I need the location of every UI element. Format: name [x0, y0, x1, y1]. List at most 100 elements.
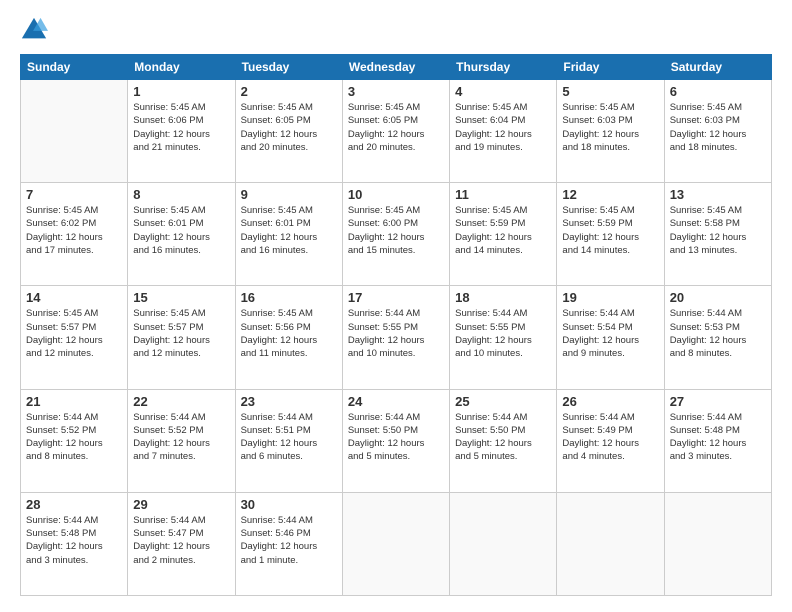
day-info: Sunrise: 5:45 AMSunset: 6:03 PMDaylight:… — [670, 101, 766, 154]
day-info: Sunrise: 5:45 AMSunset: 6:01 PMDaylight:… — [241, 204, 337, 257]
day-info: Sunrise: 5:45 AMSunset: 6:04 PMDaylight:… — [455, 101, 551, 154]
day-number: 3 — [348, 84, 444, 99]
day-header-wednesday: Wednesday — [342, 55, 449, 80]
day-info: Sunrise: 5:44 AMSunset: 5:54 PMDaylight:… — [562, 307, 658, 360]
day-cell: 17 Sunrise: 5:44 AMSunset: 5:55 PMDayligh… — [342, 286, 449, 389]
day-header-tuesday: Tuesday — [235, 55, 342, 80]
day-number: 4 — [455, 84, 551, 99]
day-cell: 27 Sunrise: 5:44 AMSunset: 5:48 PMDayligh… — [664, 389, 771, 492]
header-row: SundayMondayTuesdayWednesdayThursdayFrid… — [21, 55, 772, 80]
day-number: 15 — [133, 290, 229, 305]
day-number: 27 — [670, 394, 766, 409]
day-number: 9 — [241, 187, 337, 202]
day-cell: 9 Sunrise: 5:45 AMSunset: 6:01 PMDaylight… — [235, 183, 342, 286]
day-number: 17 — [348, 290, 444, 305]
day-number: 18 — [455, 290, 551, 305]
day-cell: 2 Sunrise: 5:45 AMSunset: 6:05 PMDaylight… — [235, 80, 342, 183]
day-cell: 29 Sunrise: 5:44 AMSunset: 5:47 PMDayligh… — [128, 492, 235, 595]
day-number: 5 — [562, 84, 658, 99]
day-cell: 16Sunrise: 5:45 AMSunset: 5:56 PMDayligh… — [235, 286, 342, 389]
day-cell: 30 Sunrise: 5:44 AMSunset: 5:46 PMDayligh… — [235, 492, 342, 595]
day-cell: 26 Sunrise: 5:44 AMSunset: 5:49 PMDayligh… — [557, 389, 664, 492]
day-info: Sunrise: 5:44 AMSunset: 5:46 PMDaylight:… — [241, 514, 337, 567]
day-header-friday: Friday — [557, 55, 664, 80]
day-header-monday: Monday — [128, 55, 235, 80]
calendar-header: SundayMondayTuesdayWednesdayThursdayFrid… — [21, 55, 772, 80]
day-info: Sunrise: 5:44 AMSunset: 5:51 PMDaylight:… — [241, 411, 337, 464]
calendar-body: 1Sunrise: 5:45 AMSunset: 6:06 PMDaylight… — [21, 80, 772, 596]
day-cell — [664, 492, 771, 595]
day-number: 13 — [670, 187, 766, 202]
day-header-thursday: Thursday — [450, 55, 557, 80]
day-number: 30 — [241, 497, 337, 512]
day-cell: 23 Sunrise: 5:44 AMSunset: 5:51 PMDayligh… — [235, 389, 342, 492]
day-number: 23 — [241, 394, 337, 409]
week-row-4: 21 Sunrise: 5:44 AMSunset: 5:52 PMDayligh… — [21, 389, 772, 492]
day-number: 14 — [26, 290, 122, 305]
day-info: Sunrise: 5:45 AMSunset: 6:03 PMDaylight:… — [562, 101, 658, 154]
day-info: Sunrise: 5:44 AMSunset: 5:55 PMDaylight:… — [348, 307, 444, 360]
day-number: 22 — [133, 394, 229, 409]
day-cell: 24Sunrise: 5:44 AMSunset: 5:50 PMDayligh… — [342, 389, 449, 492]
day-info: Sunrise: 5:44 AMSunset: 5:50 PMDaylight:… — [348, 411, 444, 464]
day-cell — [450, 492, 557, 595]
day-cell: 12 Sunrise: 5:45 AMSunset: 5:59 PMDayligh… — [557, 183, 664, 286]
day-cell: 13 Sunrise: 5:45 AMSunset: 5:58 PMDayligh… — [664, 183, 771, 286]
week-row-1: 1Sunrise: 5:45 AMSunset: 6:06 PMDaylight… — [21, 80, 772, 183]
day-info: Sunrise: 5:44 AMSunset: 5:55 PMDaylight:… — [455, 307, 551, 360]
day-cell: 14Sunrise: 5:45 AMSunset: 5:57 PMDayligh… — [21, 286, 128, 389]
day-cell: 11 Sunrise: 5:45 AMSunset: 5:59 PMDayligh… — [450, 183, 557, 286]
day-number: 2 — [241, 84, 337, 99]
day-number: 8 — [133, 187, 229, 202]
day-cell: 3 Sunrise: 5:45 AMSunset: 6:05 PMDaylight… — [342, 80, 449, 183]
day-cell: 20 Sunrise: 5:44 AMSunset: 5:53 PMDayligh… — [664, 286, 771, 389]
day-info: Sunrise: 5:44 AMSunset: 5:52 PMDaylight:… — [133, 411, 229, 464]
day-header-saturday: Saturday — [664, 55, 771, 80]
day-cell: 25 Sunrise: 5:44 AMSunset: 5:50 PMDayligh… — [450, 389, 557, 492]
day-number: 16 — [241, 290, 337, 305]
day-number: 7 — [26, 187, 122, 202]
day-info: Sunrise: 5:45 AMSunset: 5:59 PMDaylight:… — [455, 204, 551, 257]
day-number: 25 — [455, 394, 551, 409]
day-info: Sunrise: 5:44 AMSunset: 5:50 PMDaylight:… — [455, 411, 551, 464]
day-header-sunday: Sunday — [21, 55, 128, 80]
day-info: Sunrise: 5:45 AMSunset: 6:05 PMDaylight:… — [241, 101, 337, 154]
day-number: 29 — [133, 497, 229, 512]
day-cell: 28 Sunrise: 5:44 AMSunset: 5:48 PMDayligh… — [21, 492, 128, 595]
day-info: Sunrise: 5:44 AMSunset: 5:48 PMDaylight:… — [670, 411, 766, 464]
day-number: 26 — [562, 394, 658, 409]
day-cell: 7 Sunrise: 5:45 AMSunset: 6:02 PMDaylight… — [21, 183, 128, 286]
day-number: 19 — [562, 290, 658, 305]
logo-icon — [20, 16, 48, 44]
day-cell: 4 Sunrise: 5:45 AMSunset: 6:04 PMDaylight… — [450, 80, 557, 183]
logo — [20, 16, 52, 44]
day-number: 11 — [455, 187, 551, 202]
day-number: 21 — [26, 394, 122, 409]
day-number: 12 — [562, 187, 658, 202]
day-info: Sunrise: 5:44 AMSunset: 5:47 PMDaylight:… — [133, 514, 229, 567]
day-cell: 19 Sunrise: 5:44 AMSunset: 5:54 PMDayligh… — [557, 286, 664, 389]
day-info: Sunrise: 5:45 AMSunset: 5:59 PMDaylight:… — [562, 204, 658, 257]
day-info: Sunrise: 5:45 AMSunset: 6:02 PMDaylight:… — [26, 204, 122, 257]
day-info: Sunrise: 5:45 AMSunset: 5:58 PMDaylight:… — [670, 204, 766, 257]
day-number: 10 — [348, 187, 444, 202]
day-info: Sunrise: 5:44 AMSunset: 5:48 PMDaylight:… — [26, 514, 122, 567]
day-cell: 22 Sunrise: 5:44 AMSunset: 5:52 PMDayligh… — [128, 389, 235, 492]
day-cell — [557, 492, 664, 595]
day-cell: 1Sunrise: 5:45 AMSunset: 6:06 PMDaylight… — [128, 80, 235, 183]
day-cell — [21, 80, 128, 183]
day-info: Sunrise: 5:45 AMSunset: 6:05 PMDaylight:… — [348, 101, 444, 154]
page: SundayMondayTuesdayWednesdayThursdayFrid… — [0, 0, 792, 612]
day-info: Sunrise: 5:44 AMSunset: 5:53 PMDaylight:… — [670, 307, 766, 360]
day-info: Sunrise: 5:44 AMSunset: 5:52 PMDaylight:… — [26, 411, 122, 464]
day-info: Sunrise: 5:45 AMSunset: 6:00 PMDaylight:… — [348, 204, 444, 257]
day-cell: 6Sunrise: 5:45 AMSunset: 6:03 PMDaylight… — [664, 80, 771, 183]
day-number: 28 — [26, 497, 122, 512]
week-row-5: 28 Sunrise: 5:44 AMSunset: 5:48 PMDayligh… — [21, 492, 772, 595]
week-row-2: 7 Sunrise: 5:45 AMSunset: 6:02 PMDaylight… — [21, 183, 772, 286]
day-info: Sunrise: 5:44 AMSunset: 5:49 PMDaylight:… — [562, 411, 658, 464]
day-number: 20 — [670, 290, 766, 305]
header — [20, 16, 772, 44]
day-cell: 21 Sunrise: 5:44 AMSunset: 5:52 PMDayligh… — [21, 389, 128, 492]
week-row-3: 14Sunrise: 5:45 AMSunset: 5:57 PMDayligh… — [21, 286, 772, 389]
